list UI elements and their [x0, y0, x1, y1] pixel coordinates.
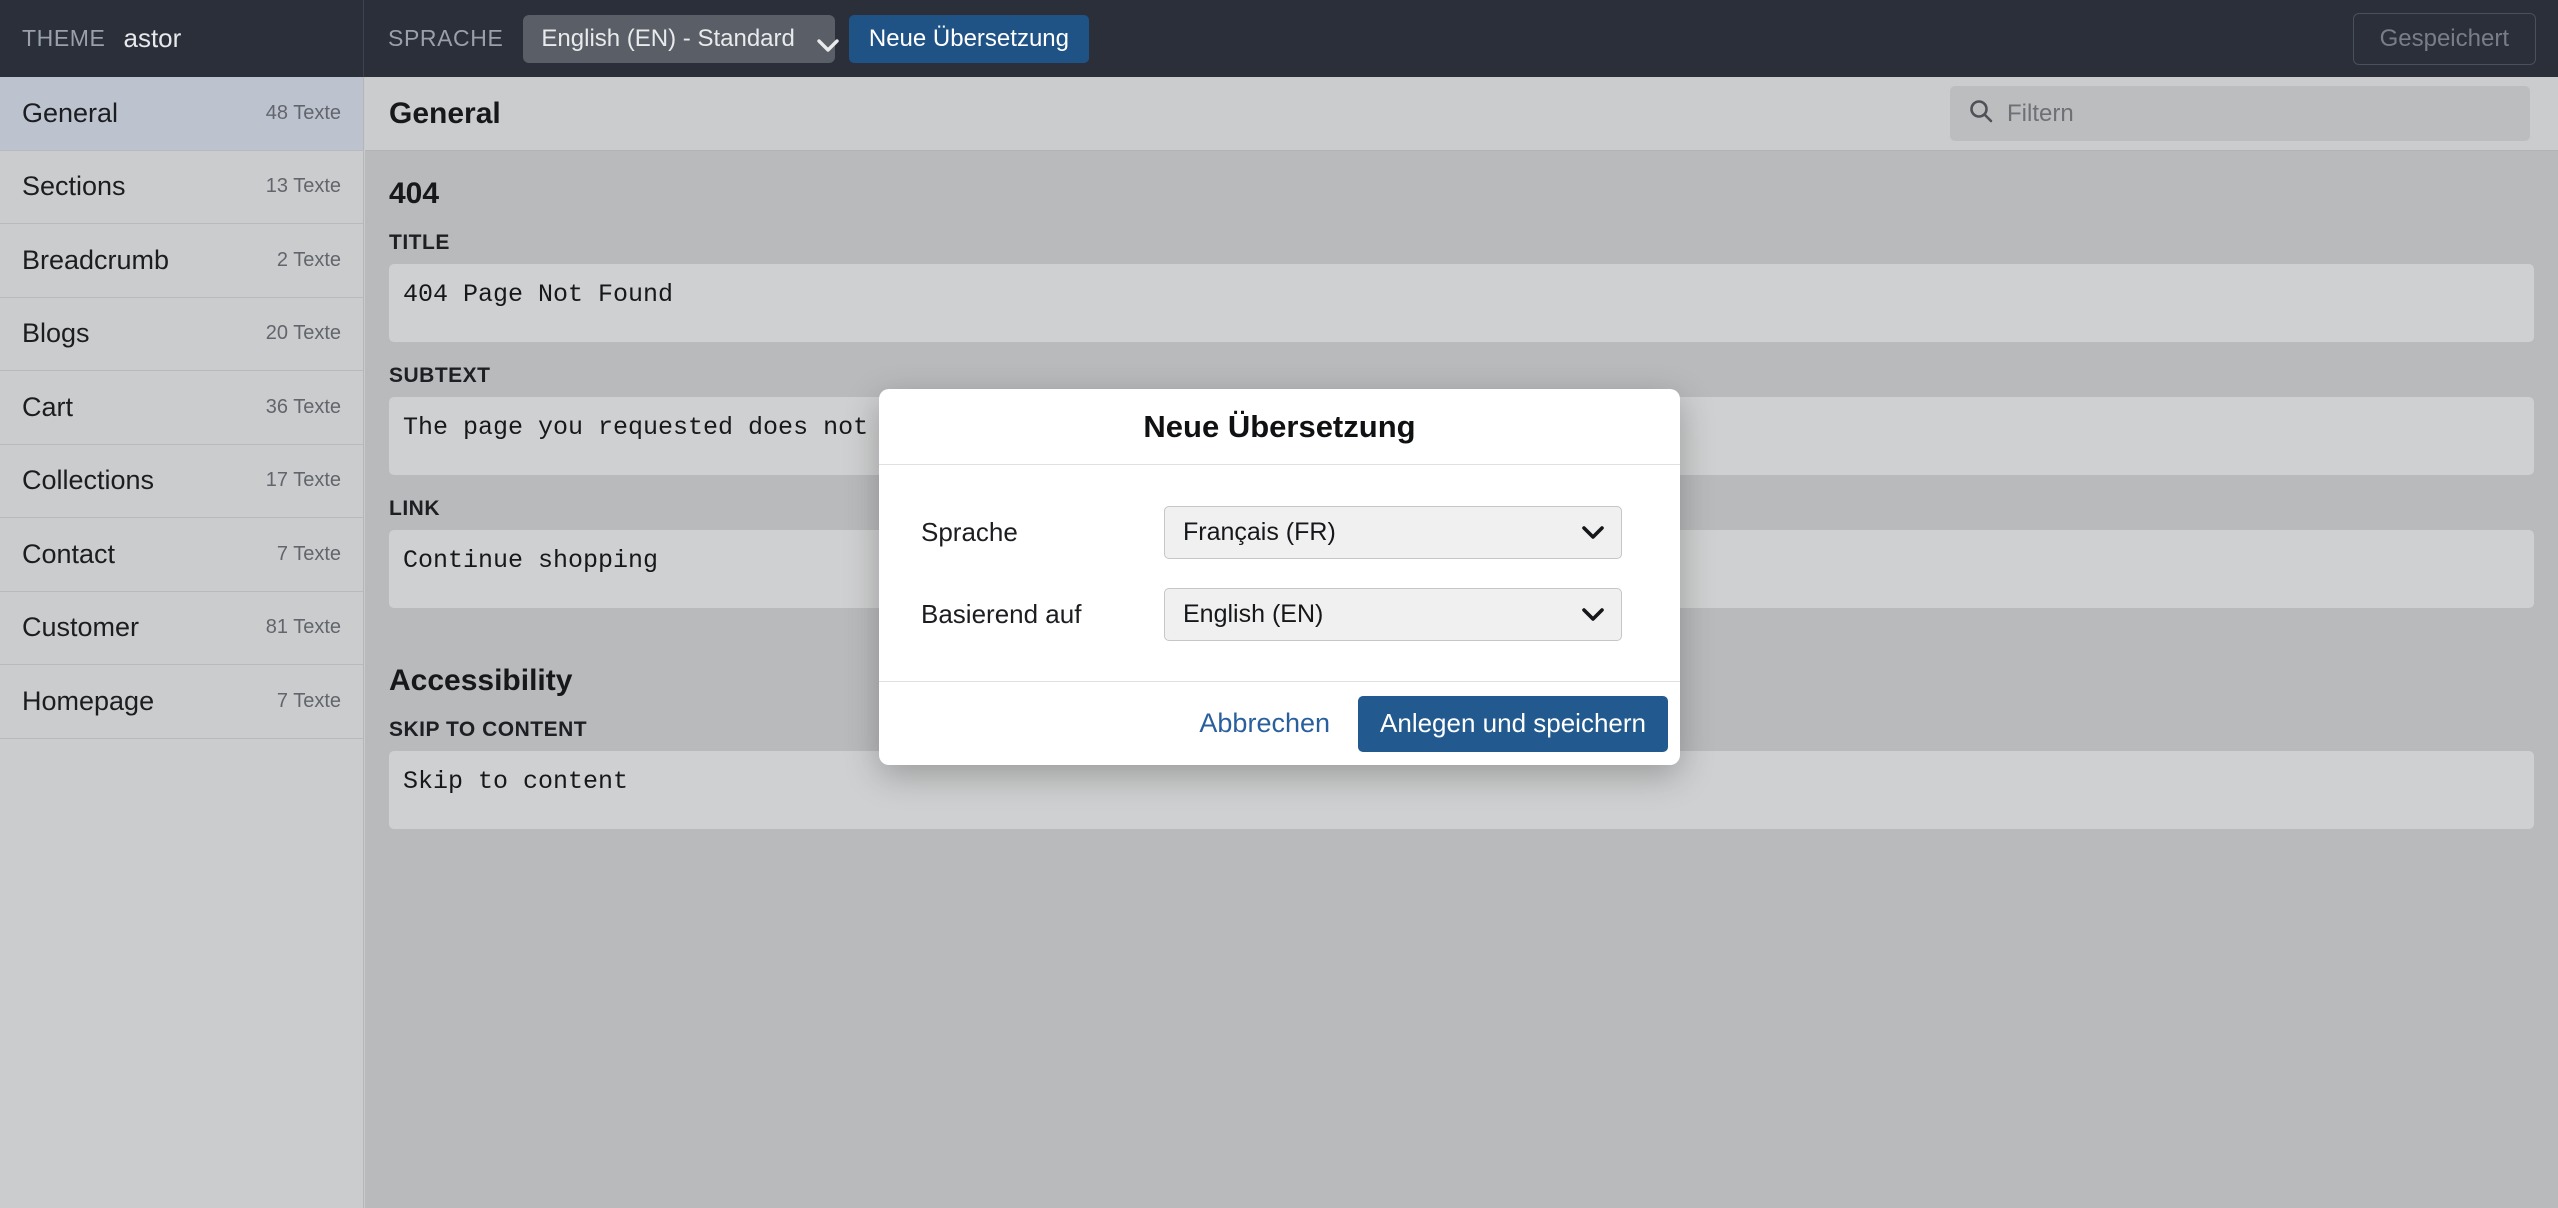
- sidebar-item-blogs[interactable]: Blogs 20 Texte: [0, 298, 363, 371]
- sidebar-item-label: Blogs: [22, 318, 90, 349]
- page-title: General: [389, 96, 501, 130]
- modal-select-value: English (EN): [1183, 599, 1324, 628]
- search-icon: [1968, 98, 1994, 129]
- chevron-down-icon: [1581, 600, 1605, 629]
- modal-row: Basierend auf English (EN): [921, 573, 1622, 655]
- modal-header: Neue Übersetzung: [879, 389, 1680, 465]
- create-and-save-button[interactable]: Anlegen und speichern: [1358, 695, 1668, 752]
- section-title: 404: [389, 177, 440, 210]
- modal-select-value: Français (FR): [1183, 517, 1336, 546]
- sidebar-item-customer[interactable]: Customer 81 Texte: [0, 592, 363, 665]
- sidebar-item-breadcrumb[interactable]: Breadcrumb 2 Texte: [0, 224, 363, 298]
- language-label: SPRACHE: [388, 25, 504, 51]
- chevron-down-icon: [1581, 518, 1605, 547]
- sidebar-item-label: Sections: [22, 171, 126, 202]
- sidebar-item-label: Contact: [22, 538, 116, 569]
- modal-row-label: Basierend auf: [921, 598, 1082, 629]
- language-select-value: English (EN) - Standard: [541, 24, 795, 52]
- modal-row: Sprache Français (FR): [921, 491, 1622, 573]
- modal-footer: Abbrechen Anlegen und speichern: [879, 681, 1680, 765]
- cancel-button[interactable]: Abbrechen: [1171, 708, 1358, 739]
- sidebar: General 48 Texte Sections 13 Texte Breadcrum…: [0, 77, 364, 1208]
- sidebar-item-label: Homepage: [22, 685, 155, 716]
- modal-select-1[interactable]: English (EN): [1164, 587, 1622, 641]
- sidebar-item-count: 7 Texte: [276, 542, 341, 565]
- sidebar-item-label: Breadcrumb: [22, 244, 170, 275]
- filter-field[interactable]: [1950, 86, 2530, 141]
- filter-input[interactable]: [2007, 99, 2512, 128]
- sidebar-item-contact[interactable]: Contact 7 Texte: [0, 518, 363, 592]
- field-label: TITLE: [389, 231, 450, 254]
- language-select[interactable]: English (EN) - Standard: [523, 14, 839, 63]
- sidebar-item-cart[interactable]: Cart 36 Texte: [0, 371, 363, 445]
- top-bar-controls: SPRACHE English (EN) - Standard Neue Übe…: [364, 0, 2558, 77]
- theme-identity: THEME astor: [0, 0, 364, 77]
- sidebar-item-homepage[interactable]: Homepage 7 Texte: [0, 665, 363, 739]
- modal-title: Neue Übersetzung: [1143, 408, 1416, 444]
- theme-label: THEME: [22, 25, 106, 51]
- sidebar-item-label: Cart: [22, 391, 74, 422]
- new-translation-button[interactable]: Neue Übersetzung: [848, 14, 1089, 63]
- sidebar-item-count: 2 Texte: [276, 248, 341, 271]
- sidebar-item-count: 81 Texte: [265, 616, 341, 639]
- field-value: Skip to content: [403, 767, 629, 796]
- modal-row-label: Sprache: [921, 516, 1018, 547]
- sidebar-item-count: 48 Texte: [265, 101, 341, 124]
- saved-button[interactable]: Gespeichert: [2352, 12, 2536, 65]
- sidebar-item-collections[interactable]: Collections 17 Texte: [0, 445, 363, 518]
- sidebar-item-label: Collections: [22, 465, 155, 496]
- modal-select-0[interactable]: Français (FR): [1164, 505, 1622, 559]
- new-translation-modal: Neue Übersetzung Sprache Français (FR) Bas…: [879, 389, 1680, 765]
- sidebar-item-label: Customer: [22, 612, 140, 643]
- sidebar-item-general[interactable]: General 48 Texte: [0, 77, 363, 151]
- main-header: General: [365, 77, 2558, 151]
- theme-name: astor: [123, 23, 182, 53]
- sidebar-item-count: 20 Texte: [265, 322, 341, 345]
- top-bar: THEME astor SPRACHE English (EN) - Stand…: [0, 0, 2558, 77]
- modal-body: Sprache Français (FR) Basierend auf English…: [879, 465, 1680, 681]
- sidebar-item-sections[interactable]: Sections 13 Texte: [0, 151, 363, 224]
- sidebar-item-label: General: [22, 97, 119, 128]
- field-value: 404 Page Not Found: [403, 280, 674, 309]
- translation-field: TITLE 404 Page Not Found: [389, 231, 2534, 342]
- sidebar-item-count: 36 Texte: [265, 395, 341, 418]
- field-label: SUBTEXT: [389, 364, 491, 387]
- sidebar-item-count: 7 Texte: [276, 689, 341, 712]
- field-input[interactable]: 404 Page Not Found: [389, 264, 2534, 342]
- sidebar-item-count: 17 Texte: [265, 469, 341, 492]
- sidebar-item-count: 13 Texte: [265, 175, 341, 198]
